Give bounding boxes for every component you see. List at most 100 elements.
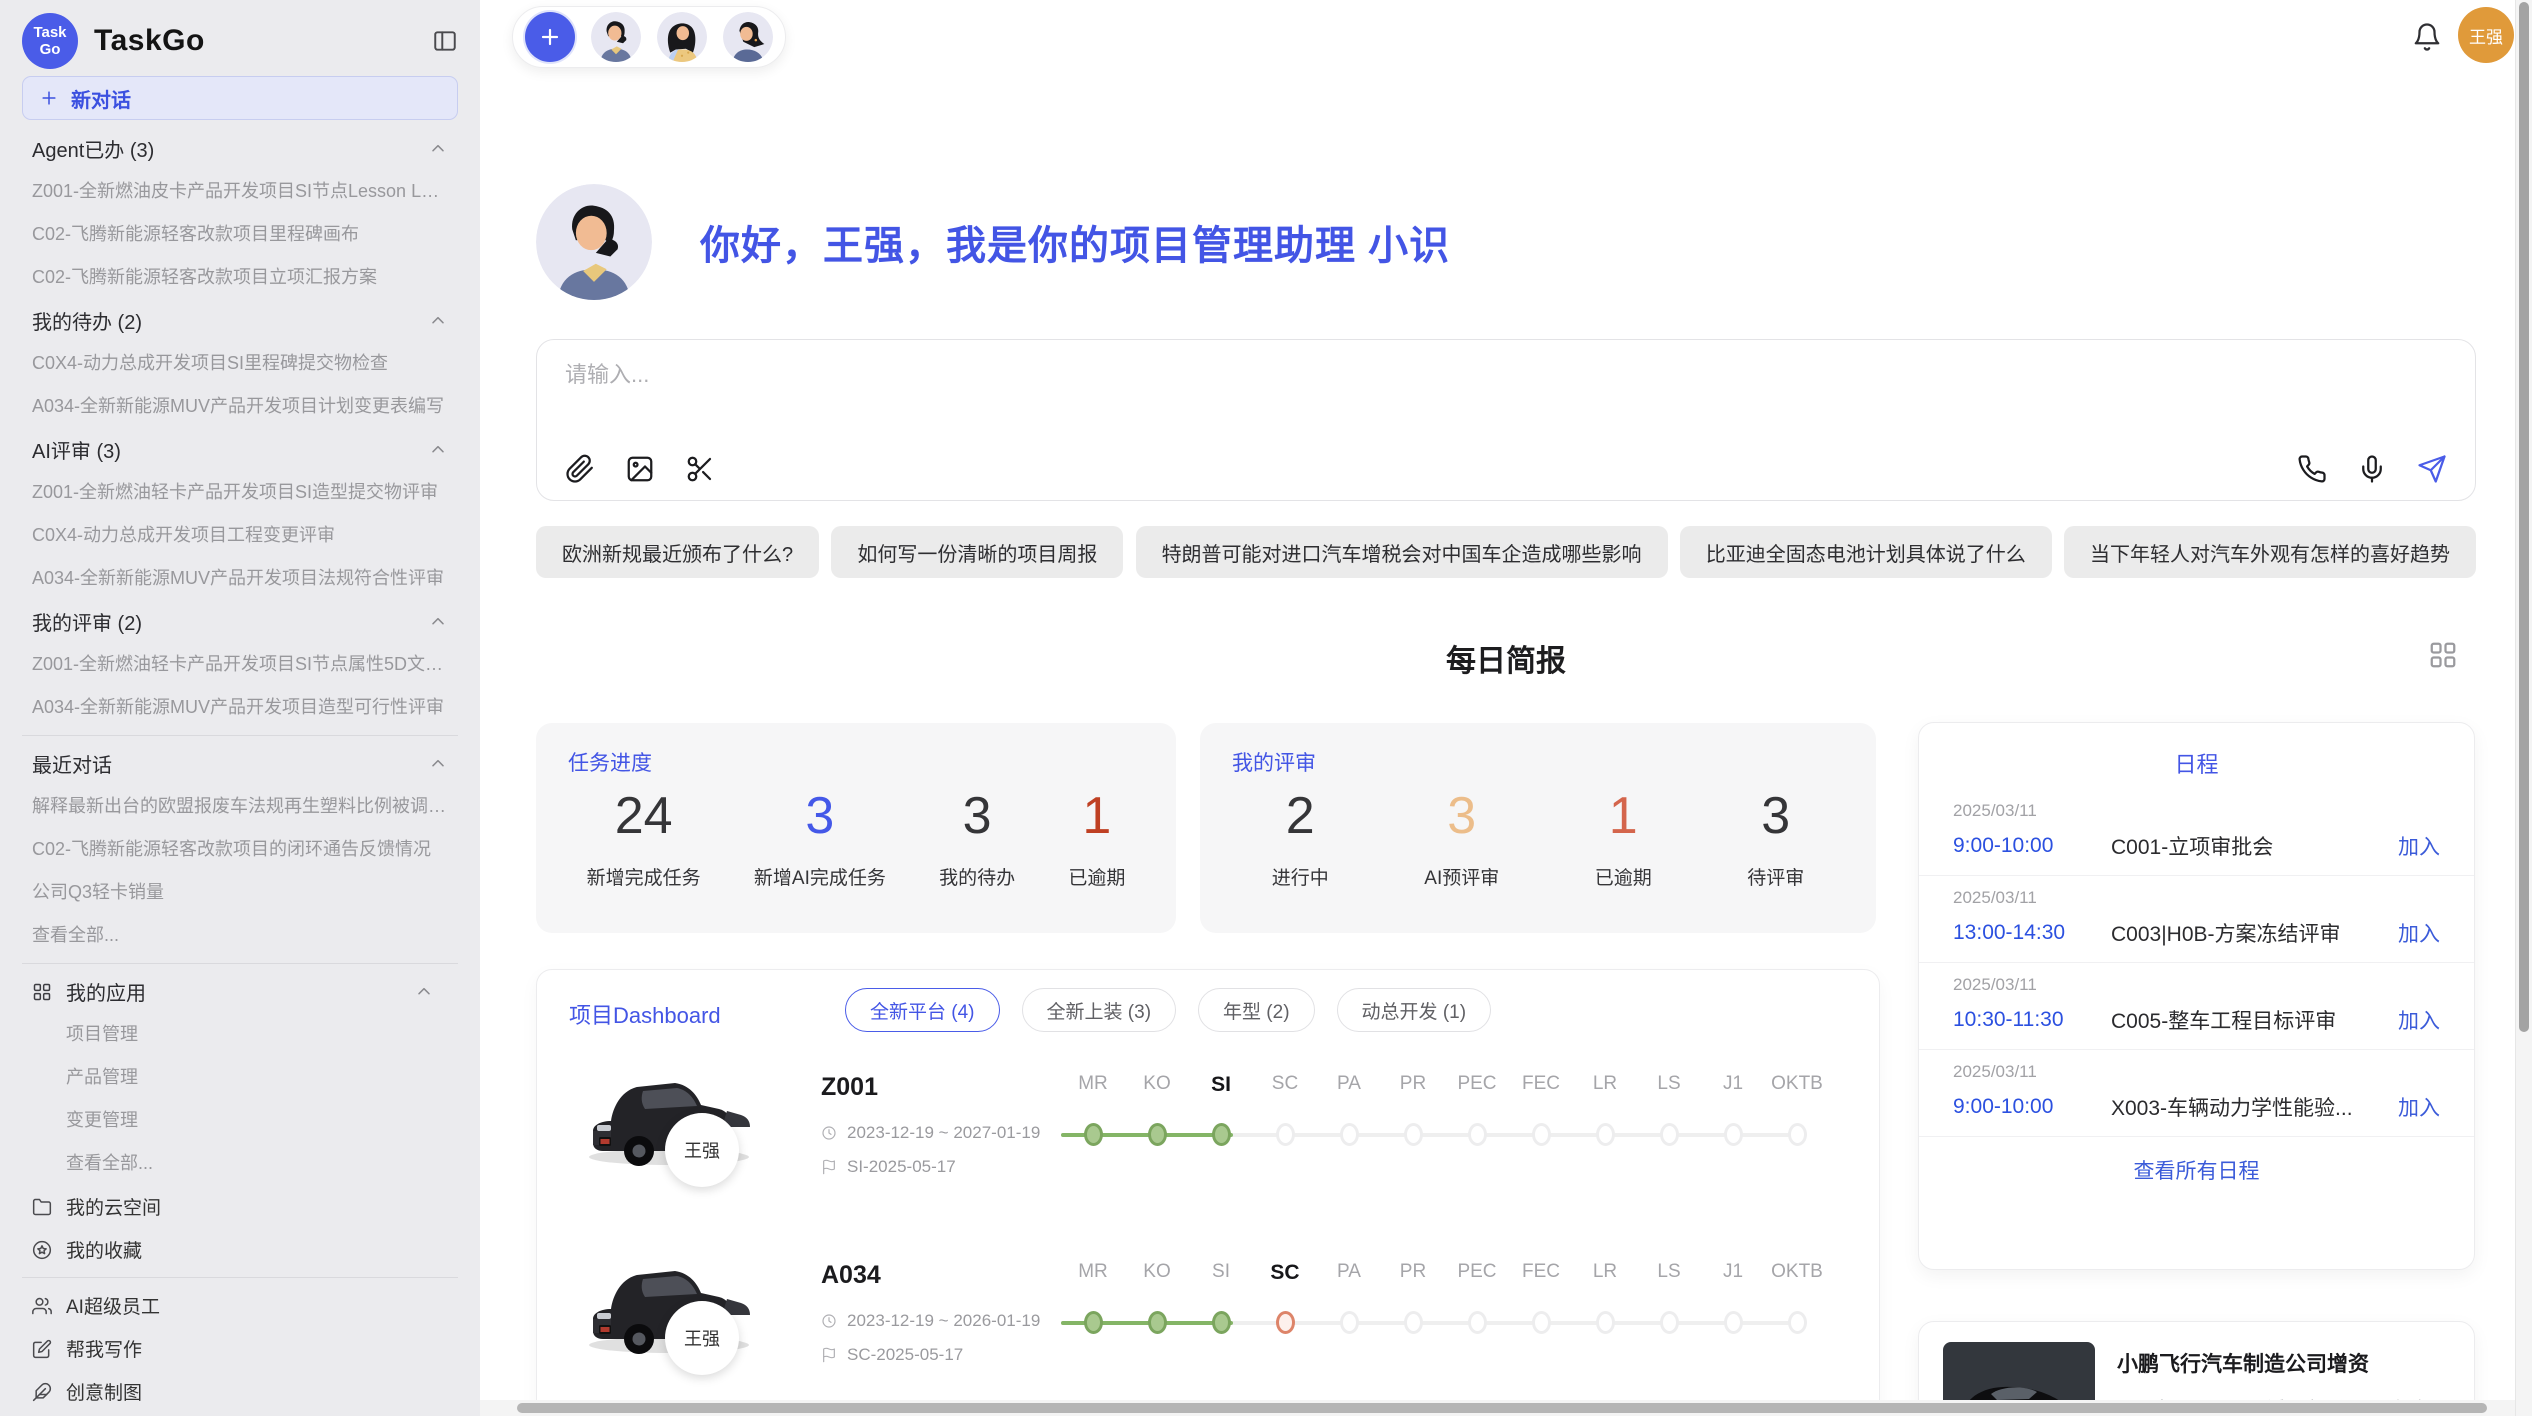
join-button[interactable]: 加入 bbox=[2398, 1005, 2440, 1035]
voice-call-icon[interactable] bbox=[2297, 454, 2327, 484]
sidebar-item[interactable]: A034-全新新能源MUV产品开发项目法规符合性评审 bbox=[32, 557, 448, 600]
milestone-dot[interactable] bbox=[1532, 1123, 1551, 1146]
milestone-dot[interactable] bbox=[1340, 1123, 1359, 1146]
sidebar-section-my-apps[interactable]: 我的应用 bbox=[32, 970, 448, 1013]
sidebar-app-item[interactable]: 项目管理 bbox=[32, 1013, 448, 1056]
milestone-dot[interactable] bbox=[1148, 1123, 1167, 1146]
greeting-text: 你好，王强，我是你的项目管理助理 小识 bbox=[700, 213, 1450, 271]
milestone-dot[interactable] bbox=[1148, 1311, 1167, 1334]
suggestion-chip[interactable]: 比亚迪全固态电池计划具体说了什么 bbox=[1680, 526, 2052, 578]
schedule-time: 9:00-10:00 bbox=[1953, 834, 2111, 858]
milestone-dot[interactable] bbox=[1724, 1123, 1743, 1146]
milestone-cell bbox=[1189, 1111, 1253, 1146]
image-upload-icon[interactable] bbox=[625, 454, 655, 484]
notification-bell-icon[interactable] bbox=[2412, 22, 2442, 52]
milestone-dot[interactable] bbox=[1596, 1123, 1615, 1146]
microphone-icon[interactable] bbox=[2357, 454, 2387, 484]
milestone-dot[interactable] bbox=[1660, 1123, 1679, 1146]
dashboard-tab[interactable]: 全新上装 (3) bbox=[1022, 988, 1177, 1032]
collapse-sidebar-icon[interactable] bbox=[432, 28, 458, 54]
vertical-scrollbar[interactable] bbox=[2515, 0, 2532, 1416]
agent-avatar-2[interactable] bbox=[657, 12, 707, 62]
sidebar-item[interactable]: Z001-全新燃油皮卡产品开发项目SI节点Lesson Learn报告 bbox=[32, 170, 448, 213]
sidebar-app-item[interactable]: 查看全部... bbox=[32, 1142, 448, 1185]
dashboard-tab[interactable]: 年型 (2) bbox=[1198, 988, 1315, 1032]
sidebar-section-header[interactable]: Agent已办 (3) bbox=[32, 127, 448, 170]
sidebar-item[interactable]: Z001-全新燃油轻卡产品开发项目SI节点属性5D文件评审 bbox=[32, 643, 448, 686]
milestone-dot[interactable] bbox=[1404, 1123, 1423, 1146]
suggestion-chip[interactable]: 如何写一份清晰的项目周报 bbox=[831, 526, 1123, 578]
view-all-schedule-link[interactable]: 查看所有日程 bbox=[1919, 1155, 2474, 1185]
milestone-dot[interactable] bbox=[1084, 1123, 1103, 1146]
dashboard-tab[interactable]: 全新平台 (4) bbox=[845, 988, 1000, 1032]
sidebar-item[interactable]: 解释最新出台的欧盟报废车法规再生塑料比例被调至15%... bbox=[32, 785, 448, 828]
sidebar-tool-users[interactable]: AI超级员工 bbox=[32, 1284, 448, 1327]
input-tools-right bbox=[2297, 454, 2447, 484]
sidebar-link-folder[interactable]: 我的云空间 bbox=[32, 1185, 448, 1228]
sidebar-section-header[interactable]: 我的待办 (2) bbox=[32, 299, 448, 342]
milestone-dot[interactable] bbox=[1340, 1311, 1359, 1334]
suggestion-chip[interactable]: 当下年轻人对汽车外观有怎样的喜好趋势 bbox=[2064, 526, 2476, 578]
sidebar-item[interactable]: Z001-全新燃油轻卡产品开发项目SI造型提交物评审 bbox=[32, 471, 448, 514]
milestone-dot[interactable] bbox=[1788, 1311, 1807, 1334]
sidebar-item[interactable]: 公司Q3轻卡销量 bbox=[32, 871, 448, 914]
sidebar-item[interactable]: A034-全新新能源MUV产品开发项目计划变更表编写 bbox=[32, 385, 448, 428]
milestone-dot[interactable] bbox=[1788, 1123, 1807, 1146]
milestone-dot[interactable] bbox=[1276, 1311, 1295, 1334]
attachment-icon[interactable] bbox=[565, 454, 595, 484]
edit-icon bbox=[32, 1339, 52, 1359]
horizontal-scrollbar[interactable] bbox=[480, 1400, 2515, 1416]
suggestion-chip[interactable]: 欧洲新规最近颁布了什么? bbox=[536, 526, 819, 578]
sidebar-item[interactable]: C0X4-动力总成开发项目SI里程碑提交物检查 bbox=[32, 342, 448, 385]
sidebar-section-header[interactable]: AI评审 (3) bbox=[32, 428, 448, 471]
milestone-dot[interactable] bbox=[1212, 1123, 1231, 1146]
milestone-dot[interactable] bbox=[1596, 1311, 1615, 1334]
sidebar: Task Go TaskGo 新对话 Agent已办 (3)Z001-全新燃油皮… bbox=[0, 0, 480, 1416]
screenshot-scissors-icon[interactable] bbox=[685, 454, 715, 484]
new-chat-label: 新对话 bbox=[71, 84, 131, 113]
sidebar-item[interactable]: 查看全部... bbox=[32, 914, 448, 957]
milestone-dot[interactable] bbox=[1532, 1311, 1551, 1334]
horizontal-scrollbar-thumb[interactable] bbox=[517, 1403, 2487, 1413]
plus-icon bbox=[538, 25, 562, 49]
milestone-label: PR bbox=[1381, 1073, 1445, 1097]
brief-layout-grid-icon[interactable] bbox=[2428, 640, 2458, 670]
join-button[interactable]: 加入 bbox=[2398, 831, 2440, 861]
sidebar-section-header[interactable]: 我的评审 (2) bbox=[32, 600, 448, 643]
user-avatar[interactable]: 王强 bbox=[2458, 7, 2514, 63]
milestone-dot[interactable] bbox=[1468, 1123, 1487, 1146]
vertical-scrollbar-thumb[interactable] bbox=[2519, 2, 2529, 1032]
milestone-cell bbox=[1125, 1111, 1189, 1146]
milestone-dot[interactable] bbox=[1212, 1311, 1231, 1334]
agent-avatar-3[interactable] bbox=[723, 12, 773, 62]
suggestion-chip[interactable]: 特朗普可能对进口汽车增税会对中国车企造成哪些影响 bbox=[1136, 526, 1668, 578]
chat-input[interactable] bbox=[565, 362, 2165, 388]
dashboard-tab[interactable]: 动总开发 (1) bbox=[1337, 988, 1492, 1032]
add-agent-button[interactable] bbox=[525, 12, 575, 62]
join-button[interactable]: 加入 bbox=[2398, 1092, 2440, 1122]
milestone-cell bbox=[1253, 1111, 1317, 1146]
send-icon[interactable] bbox=[2417, 454, 2447, 484]
sidebar-section-header[interactable]: 最近对话 bbox=[32, 742, 448, 785]
sidebar-link-star[interactable]: 我的收藏 bbox=[32, 1228, 448, 1271]
schedule-panel: 日程 2025/03/119:00-10:00C001-立项审批会加入2025/… bbox=[1918, 722, 2475, 1270]
sidebar-tool-feather[interactable]: 创意制图 bbox=[32, 1370, 448, 1413]
milestone-dot[interactable] bbox=[1404, 1311, 1423, 1334]
schedule-date: 2025/03/11 bbox=[1953, 975, 2440, 995]
sidebar-item[interactable]: C0X4-动力总成开发项目工程变更评审 bbox=[32, 514, 448, 557]
milestone-dot[interactable] bbox=[1660, 1311, 1679, 1334]
sidebar-tool-edit[interactable]: 帮我写作 bbox=[32, 1327, 448, 1370]
milestone-dot[interactable] bbox=[1276, 1123, 1295, 1146]
new-chat-button[interactable]: 新对话 bbox=[22, 76, 458, 120]
join-button[interactable]: 加入 bbox=[2398, 918, 2440, 948]
sidebar-app-item[interactable]: 变更管理 bbox=[32, 1099, 448, 1142]
milestone-dot[interactable] bbox=[1724, 1311, 1743, 1334]
milestone-dot[interactable] bbox=[1468, 1311, 1487, 1334]
agent-avatar-1[interactable] bbox=[591, 12, 641, 62]
sidebar-item[interactable]: C02-飞腾新能源轻客改款项目的闭环通告反馈情况 bbox=[32, 828, 448, 871]
milestone-dot[interactable] bbox=[1084, 1311, 1103, 1334]
sidebar-item[interactable]: C02-飞腾新能源轻客改款项目立项汇报方案 bbox=[32, 256, 448, 299]
sidebar-item[interactable]: A034-全新新能源MUV产品开发项目造型可行性评审 bbox=[32, 686, 448, 729]
sidebar-app-item[interactable]: 产品管理 bbox=[32, 1056, 448, 1099]
sidebar-item[interactable]: C02-飞腾新能源轻客改款项目里程碑画布 bbox=[32, 213, 448, 256]
